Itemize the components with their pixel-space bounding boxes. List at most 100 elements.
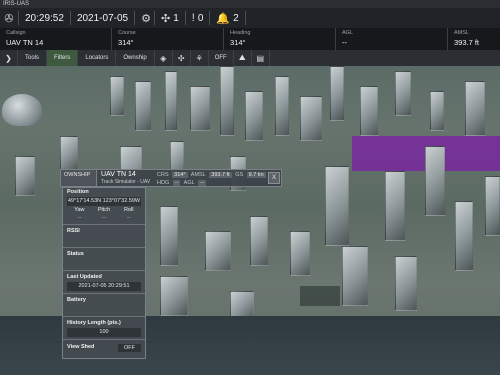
agl-value: --	[198, 180, 206, 186]
building	[190, 86, 210, 131]
building	[205, 231, 231, 271]
building	[342, 246, 368, 306]
building	[250, 216, 268, 266]
hdg-label: HDG	[157, 180, 170, 186]
callsign-field: Callsign UAV TN 14	[0, 28, 112, 50]
building	[395, 256, 417, 311]
status-label: Status	[67, 251, 84, 257]
layers-icon[interactable]: ◈	[155, 50, 173, 66]
building	[465, 81, 485, 136]
building	[245, 91, 263, 141]
callsign-label: Callsign	[6, 30, 26, 36]
roll-label: Roll	[123, 207, 134, 213]
viewshed-row: View Shed OFF	[63, 342, 145, 353]
aircraft-count: 1	[173, 12, 179, 24]
attitude-headers: Yaw Pitch Roll	[67, 206, 141, 214]
heading-field: Heading 314°	[224, 28, 336, 50]
notification-count: 2	[233, 12, 239, 24]
off-toggle[interactable]: OFF	[209, 50, 234, 66]
building	[455, 201, 473, 271]
amsl-label: AMSL	[454, 30, 469, 36]
crs-label: CRS	[157, 172, 169, 178]
bell-icon[interactable]: 🔔	[210, 12, 233, 25]
pitch-value: --	[102, 215, 106, 221]
ownship-detail-panel: Position 49°17'14.53N 123°07'32.59W Yaw …	[62, 187, 146, 359]
window-title: IRIS-UAS	[0, 0, 500, 8]
viewshed-toggle[interactable]: OFF	[118, 343, 141, 352]
callsign-value: UAV TN 14	[6, 38, 44, 47]
building	[110, 76, 124, 116]
viewshed-label: View Shed	[67, 344, 95, 350]
agl-value: --	[342, 38, 347, 47]
building	[425, 146, 445, 216]
divider	[63, 316, 145, 317]
stadium-dome	[2, 94, 42, 126]
building	[160, 276, 188, 316]
divider	[63, 293, 145, 294]
drone-icon[interactable]: ✇	[0, 8, 18, 28]
amsl-value: 393.7 ft	[454, 38, 480, 47]
popup-title: UAV TN 14	[101, 171, 136, 178]
last-updated-value: 2021-07-05 20:29:51	[67, 282, 141, 291]
locators-button[interactable]: Locators	[78, 50, 117, 66]
agl-label: AGL	[183, 180, 195, 186]
heading-value: 314°	[230, 38, 246, 47]
gs-label: GS	[235, 172, 244, 178]
agl-field: AGL --	[336, 28, 448, 50]
clock-date: 2021-07-05	[76, 12, 129, 24]
position-value: 49°17'14.53N 123°07'32.59W	[67, 197, 141, 206]
alert-icon[interactable]: !	[186, 12, 198, 24]
building	[15, 156, 35, 196]
last-updated-label: Last Updated	[67, 274, 102, 280]
building	[325, 166, 349, 246]
alert-count: 0	[197, 12, 204, 24]
building	[165, 71, 177, 131]
popup-title-block: UAV TN 14 Track Simulator - UAV	[97, 170, 157, 186]
ownship-tab[interactable]: OWNSHIP	[61, 170, 97, 186]
tools-button[interactable]: Tools	[18, 50, 48, 66]
history-length-label: History Length (pts.)	[67, 320, 121, 326]
heading-label: Heading	[230, 30, 251, 36]
drone-tree-icon[interactable]: ⚘	[191, 50, 209, 66]
status-bar: ✇ 20:29:52 2021-07-05 ⚙ ✣ 1 ! 0 🔔 2	[0, 8, 500, 28]
terrain-shadow	[300, 286, 340, 306]
course-value: 314°	[118, 38, 134, 47]
popup-stats: CRS 314° AMSL 393.7 ft GS 9.7 kn HDG -- …	[157, 170, 268, 186]
building	[485, 176, 500, 236]
agl-label: AGL	[342, 30, 354, 36]
building	[60, 136, 78, 171]
close-button[interactable]: X	[268, 172, 280, 184]
history-length-input[interactable]: 100	[67, 328, 141, 337]
divider	[63, 247, 145, 248]
course-field: Course 314°	[112, 28, 224, 50]
pitch-label: Pitch	[97, 207, 111, 213]
aircraft-icon[interactable]: ✣	[155, 12, 173, 25]
building	[300, 96, 322, 141]
amsl-label: AMSL	[190, 172, 206, 178]
building	[275, 76, 289, 136]
building	[360, 86, 378, 136]
popup-subtitle: Track Simulator - UAV	[101, 179, 151, 185]
building	[220, 66, 234, 136]
map-icon[interactable]: ▤	[252, 50, 270, 66]
chevron-right-icon[interactable]: ❯	[0, 50, 18, 66]
gear-icon[interactable]: ⚙	[135, 12, 154, 25]
amsl-value: 393.7 ft	[209, 172, 232, 178]
hdg-value: --	[172, 180, 181, 186]
amsl-field: AMSL 393.7 ft	[448, 28, 500, 50]
toolbar: ❯ Tools Filters Locators Ownship ◈ ✣ ⚘ O…	[0, 50, 500, 66]
building	[395, 71, 411, 116]
building	[385, 171, 405, 241]
building	[430, 91, 444, 131]
clock-time: 20:29:52	[25, 12, 64, 24]
position-label: Position	[67, 189, 89, 195]
divider	[63, 339, 145, 340]
ownship-button[interactable]: Ownship	[116, 50, 155, 66]
building	[135, 81, 151, 131]
gs-value: 9.7 kn	[246, 172, 266, 178]
terrain-icon[interactable]: ⛰	[234, 50, 252, 66]
filters-button[interactable]: Filters	[47, 50, 79, 66]
roll-value: --	[126, 215, 131, 221]
drone-icon[interactable]: ✣	[173, 50, 191, 66]
crs-value: 314°	[172, 172, 188, 178]
